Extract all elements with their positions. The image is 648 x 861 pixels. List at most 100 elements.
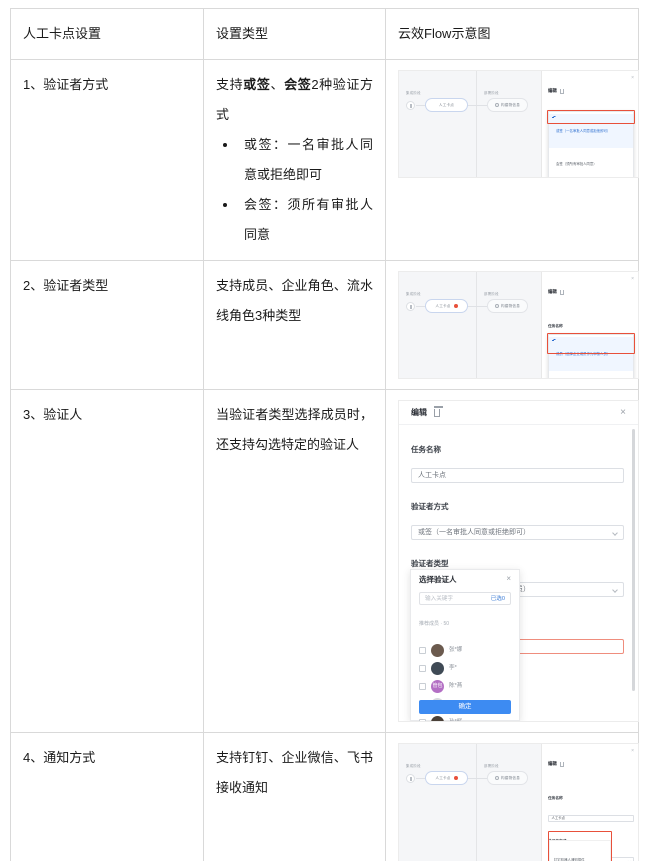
row1-desc-lead: 支持 [216, 77, 244, 92]
trash-icon[interactable] [559, 761, 564, 767]
pipeline-node-artifact[interactable]: 构建物信息 [487, 98, 528, 112]
row3-desc-cell: 当验证者类型选择成员时，还支持勾选特定的验证人 [203, 389, 386, 733]
chevron-down-icon [612, 530, 618, 536]
dropdown-option[interactable]: 或签（一名审批人同意或拒绝即可） [549, 114, 633, 148]
row1-media-cell: 集成阶段 部署阶段 人工卡点 构建物信息 编辑 × 或签（一名审批人同意或拒绝即… [385, 59, 639, 261]
connector-line [467, 105, 487, 106]
close-icon[interactable]: × [506, 575, 511, 583]
edit-panel-1: 编辑 × 任务名称 人工卡点 验证者方式 请选择 [542, 71, 638, 177]
avatar: 管包 [431, 679, 444, 693]
verifier-picker-popup: 选择验证人 × 输入关键字 已选0 推荐成员 · 50 张*娜 李* 管包 陈*… [410, 569, 520, 721]
edit-dialog-screenshot: 编辑 × 任务名称 人工卡点 验证者方式 或签（一名审批人同意或拒绝即可） 验证… [398, 400, 639, 722]
header-label-setting: 人工卡点设置 [23, 26, 102, 41]
notification-plugin-dropdown[interactable]: 钉钉机器人通知插件 邮件通知 WebHook通知插件 企业微信群通知 飞书群通知 [549, 840, 611, 861]
dropdown-option[interactable]: 企业角色（选择企业角色作为审核人员） [549, 371, 633, 378]
row1-bullet-list: 或签：一名审批人同意或拒绝即可 会签：须所有审批人同意 [216, 130, 373, 250]
table-row: 2、验证者类型 支持成员、企业角色、流水线角色3种类型 集成阶段 部署阶段 人工… [10, 260, 639, 390]
error-dot-icon [453, 304, 458, 308]
close-icon[interactable]: × [631, 749, 634, 754]
avatar [431, 643, 444, 657]
pipeline-stage-1: 集成阶段 [399, 744, 477, 861]
pipeline-stage-2: 部署阶段 [477, 272, 542, 378]
header-cell-diagram: 云效Flow示意图 [385, 8, 639, 60]
row2-media-cell: 集成阶段 部署阶段 人工卡点 构建物信息 编辑 × 任务名称 成员（选择企业成员… [385, 260, 639, 390]
edit-panel-2: 编辑 × 任务名称 人工卡点 验证者方式 或签（一名审批人同意或拒绝即可） [542, 272, 638, 378]
pipeline-node-manual-gate[interactable]: 人工卡点 [425, 98, 468, 112]
dialog-title: 编辑 [411, 407, 427, 417]
panel-title: 编辑 [548, 277, 634, 307]
verifier-mode-dropdown[interactable]: 或签（一名审批人同意或拒绝即可） 会签（须所有审批人同意） [548, 111, 634, 177]
pipeline-stage-2: 部署阶段 [477, 744, 542, 861]
row4-media-cell: 集成阶段 部署阶段 人工卡点 构建物信息 编辑 × 任务名称 人工卡点 钉钉机器… [385, 732, 639, 861]
trash-icon[interactable] [559, 88, 564, 94]
member-checkbox[interactable] [419, 664, 426, 672]
row3-media-cell: 编辑 × 任务名称 人工卡点 验证者方式 或签（一名审批人同意或拒绝即可） 验证… [385, 389, 639, 733]
dialog-scrollbar[interactable] [632, 429, 635, 691]
list-item[interactable]: 李* [419, 659, 511, 677]
verifier-type-dropdown[interactable]: 成员（选择企业成员作为审核人员） 企业角色（选择企业角色作为审核人员） 流水线成… [548, 334, 634, 378]
row1-desc-sep: 、 [270, 77, 285, 92]
row1-title-cell: 1、验证者方式 [10, 59, 204, 261]
pipeline-node-artifact[interactable]: 构建物信息 [487, 771, 528, 785]
task-name-input[interactable]: 人工卡点 [411, 468, 624, 483]
pipeline-node-manual-gate[interactable]: 人工卡点 [425, 771, 468, 785]
member-checkbox[interactable] [419, 682, 426, 690]
settings-table: 人工卡点设置 设置类型 云效Flow示意图 1、验证者方式 支持或签、会签2种验… [10, 8, 639, 861]
row1-desc-bold-huiqian: 会签 [284, 77, 312, 92]
close-icon[interactable]: × [631, 277, 634, 282]
verifier-mode-select[interactable]: 或签（一名审批人同意或拒绝即可） [411, 525, 624, 540]
picker-search-input[interactable]: 输入关键字 已选0 [419, 592, 511, 605]
row1-desc-line: 支持或签、会签2种验证方式 [216, 70, 373, 130]
member-checkbox[interactable] [419, 646, 426, 654]
connector-line [467, 306, 487, 307]
edit-panel-4: 编辑 × 任务名称 人工卡点 验证者方式 或签（一名审批人同意或拒绝即可） [542, 744, 638, 861]
list-item: 或签：一名审批人同意或拒绝即可 [238, 130, 373, 190]
confirm-button[interactable]: 确定 [419, 700, 511, 714]
pipeline-start-icon [406, 774, 415, 783]
row3-title-cell: 3、验证人 [10, 389, 204, 733]
row2-title-cell: 2、验证者类型 [10, 260, 204, 390]
panel-title: 编辑 [548, 76, 634, 106]
pipeline-canvas-1: 集成阶段 部署阶段 人工卡点 构建物信息 [399, 71, 542, 177]
pipeline-canvas-2: 集成阶段 部署阶段 人工卡点 构建物信息 [399, 272, 542, 378]
gear-icon [495, 776, 500, 780]
header-label-diagram: 云效Flow示意图 [398, 26, 491, 41]
close-icon[interactable]: × [631, 76, 634, 81]
list-item: 会签：须所有审批人同意 [238, 190, 373, 250]
row4-desc: 支持钉钉、企业微信、飞书接收通知 [216, 750, 373, 795]
picker-subtitle: 推荐成员 · 50 [419, 621, 450, 627]
header-cell-setting: 人工卡点设置 [10, 8, 204, 60]
row1-desc-cell: 支持或签、会签2种验证方式 或签：一名审批人同意或拒绝即可 会签：须所有审批人同… [203, 59, 386, 261]
dropdown-option[interactable]: 成员（选择企业成员作为审核人员） [549, 337, 633, 371]
close-icon[interactable]: × [620, 408, 626, 418]
pipeline-canvas-4: 集成阶段 部署阶段 人工卡点 构建物信息 [399, 744, 542, 861]
gear-icon [495, 304, 500, 308]
header-cell-type: 设置类型 [203, 8, 386, 60]
pipeline-node-manual-gate[interactable]: 人工卡点 [425, 299, 468, 313]
row4-desc-cell: 支持钉钉、企业微信、飞书接收通知 [203, 732, 386, 861]
pipeline-stage-1: 集成阶段 [399, 71, 477, 177]
flow-screenshot-1: 集成阶段 部署阶段 人工卡点 构建物信息 编辑 × 或签（一名审批人同意或拒绝即… [398, 70, 639, 178]
trash-icon[interactable] [559, 289, 564, 295]
dropdown-option[interactable]: 会签（须所有审批人同意） [549, 148, 633, 177]
table-row: 4、通知方式 支持钉钉、企业微信、飞书接收通知 集成阶段 部署阶段 人工卡点 构… [10, 732, 639, 861]
dropdown-option[interactable]: 钉钉机器人通知插件 [550, 843, 610, 861]
member-checkbox[interactable] [419, 718, 426, 721]
avatar [431, 661, 444, 675]
row1-desc-bold-huoqian: 或签 [243, 77, 271, 92]
connector-line [416, 105, 425, 106]
row3-desc: 当验证者类型选择成员时，还支持勾选特定的验证人 [216, 407, 373, 452]
row4-title-cell: 4、通知方式 [10, 732, 204, 861]
pipeline-node-artifact[interactable]: 构建物信息 [487, 299, 528, 313]
table-header-row: 人工卡点设置 设置类型 云效Flow示意图 [10, 8, 639, 60]
avatar [431, 715, 444, 721]
flow-screenshot-4: 集成阶段 部署阶段 人工卡点 构建物信息 编辑 × 任务名称 人工卡点 钉钉机器… [398, 743, 639, 861]
trash-icon[interactable] [433, 406, 443, 417]
flow-screenshot-2: 集成阶段 部署阶段 人工卡点 构建物信息 编辑 × 任务名称 成员（选择企业成员… [398, 271, 639, 379]
dialog-header: 编辑 × [399, 401, 638, 425]
list-item[interactable]: 张*娜 [419, 641, 511, 659]
task-name-input[interactable]: 人工卡点 [548, 814, 634, 822]
connector-line [467, 778, 487, 779]
table-row: 1、验证者方式 支持或签、会签2种验证方式 或签：一名审批人同意或拒绝即可 会签… [10, 59, 639, 261]
document-page: 人工卡点设置 设置类型 云效Flow示意图 1、验证者方式 支持或签、会签2种验… [0, 0, 648, 861]
